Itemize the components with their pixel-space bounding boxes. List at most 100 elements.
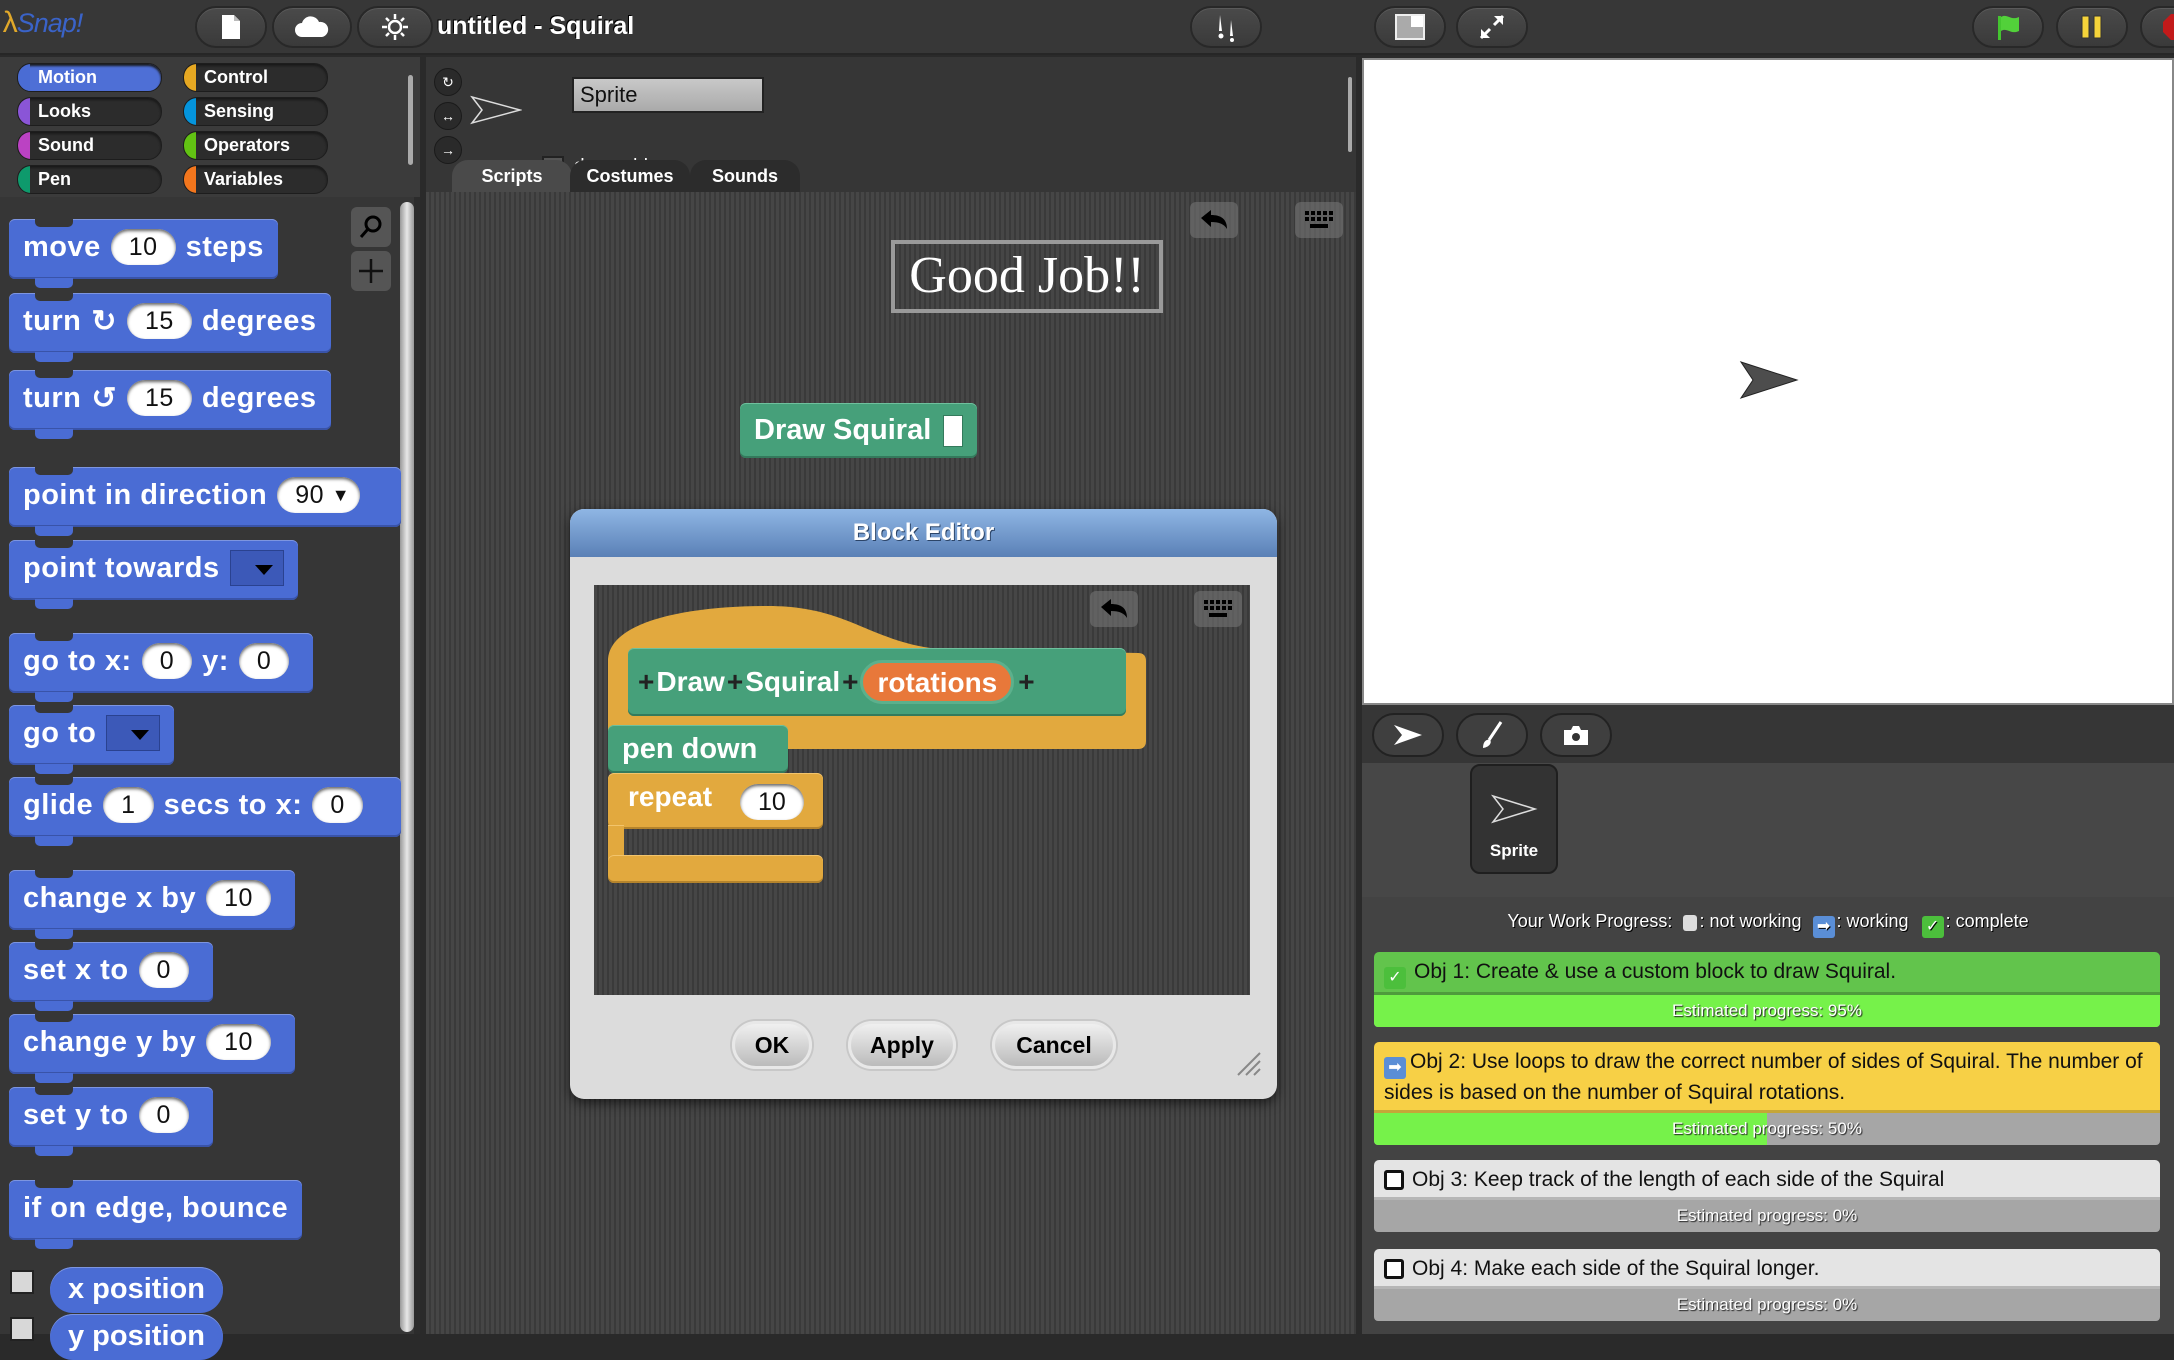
direction-dropdown[interactable]: 90 ▼: [277, 477, 361, 513]
turtle-arrow-icon: [1394, 725, 1422, 745]
tab-costumes[interactable]: Costumes: [570, 160, 690, 192]
x-position-watcher-checkbox[interactable]: [10, 1270, 34, 1294]
block-text: go to: [23, 716, 97, 749]
editor-keyboard-button[interactable]: [1194, 591, 1242, 627]
category-sound[interactable]: Sound: [17, 131, 162, 160]
corral-scrollbar[interactable]: [1348, 77, 1352, 152]
empty-input-slot[interactable]: [943, 414, 964, 447]
dialog-title[interactable]: Block Editor: [570, 509, 1277, 557]
block-point-in-direction[interactable]: point in direction 90 ▼: [9, 467, 401, 536]
progress-label: Estimated progress: 95%: [1672, 1001, 1862, 1020]
block-prototype[interactable]: + Draw + Squiral + rotations +: [628, 648, 1126, 716]
objective-4[interactable]: Obj 4: Make each side of the Squiral lon…: [1374, 1249, 2160, 1321]
sprite-on-stage[interactable]: [1739, 360, 1799, 400]
block-move[interactable]: move 10 steps: [9, 219, 278, 288]
stage-size-button[interactable]: [1374, 6, 1446, 48]
parameter-rotations[interactable]: rotations: [860, 660, 1015, 704]
input-slot[interactable]: 15: [127, 303, 192, 339]
settings-button[interactable]: [357, 6, 433, 48]
comment-good-job[interactable]: Good Job!!: [891, 240, 1163, 313]
block-change-x[interactable]: change x by 10: [9, 870, 295, 939]
turbo-button[interactable]: [1190, 6, 1262, 48]
repeat-count-input[interactable]: 10: [740, 784, 804, 820]
apply-button[interactable]: Apply: [848, 1021, 956, 1069]
category-sensing[interactable]: Sensing: [183, 97, 328, 126]
input-slot[interactable]: 10: [206, 1024, 271, 1060]
input-slot[interactable]: 0: [138, 952, 189, 988]
prototype-word[interactable]: Draw: [656, 666, 724, 698]
category-motion[interactable]: Motion: [17, 63, 162, 92]
camera-sprite-button[interactable]: [1540, 713, 1612, 757]
block-point-towards[interactable]: point towards: [9, 540, 298, 609]
resize-handle-icon[interactable]: [1234, 1049, 1262, 1077]
block-pen-down[interactable]: pen down: [608, 725, 788, 773]
undo-button[interactable]: [1190, 202, 1238, 238]
keyboard-entry-button[interactable]: [1295, 202, 1343, 238]
prototype-word[interactable]: Squiral: [745, 666, 840, 698]
search-blocks-button[interactable]: [351, 207, 391, 247]
secs-input[interactable]: 1: [103, 787, 154, 823]
category-looks[interactable]: Looks: [17, 97, 162, 126]
ok-button[interactable]: OK: [732, 1021, 812, 1069]
rotation-style-left-right[interactable]: ↔: [434, 102, 462, 130]
y-position-watcher-checkbox[interactable]: [10, 1317, 34, 1341]
y-input[interactable]: 0: [238, 643, 290, 679]
block-set-x[interactable]: set x to 0: [9, 942, 213, 1011]
category-scrollbar[interactable]: [408, 75, 413, 165]
camera-icon: [1564, 726, 1588, 745]
reporter-y-position[interactable]: y position: [50, 1314, 223, 1360]
towards-dropdown[interactable]: [229, 550, 284, 586]
block-glide[interactable]: glide 1 secs to x: 0: [9, 777, 401, 846]
add-turtle-sprite-button[interactable]: [1372, 713, 1444, 757]
category-operators[interactable]: Operators: [183, 131, 328, 160]
pause-button[interactable]: [2056, 6, 2128, 48]
search-icon: [359, 215, 382, 238]
palette-scrollbar[interactable]: [400, 202, 414, 1332]
tab-sounds[interactable]: Sounds: [690, 160, 800, 192]
green-flag-button[interactable]: [1972, 6, 2044, 48]
file-button[interactable]: [195, 6, 267, 48]
progress-bar: Estimated progress: 95%: [1374, 995, 2160, 1027]
tab-scripts[interactable]: Scripts: [452, 160, 572, 192]
category-control[interactable]: Control: [183, 63, 328, 92]
stop-button[interactable]: [2140, 6, 2174, 48]
objective-2[interactable]: ➡ Obj 2: Use loops to draw the correct nu…: [1374, 1042, 2160, 1145]
make-block-button[interactable]: [351, 251, 391, 291]
x-input[interactable]: 0: [312, 787, 363, 823]
input-slot[interactable]: 15: [127, 380, 192, 416]
category-variables[interactable]: Variables: [183, 165, 328, 194]
objective-text: Obj 3: Keep track of the length of each …: [1412, 1168, 1945, 1191]
objective-1[interactable]: ✓ Obj 1: Create & use a custom block to d…: [1374, 952, 2160, 1027]
block-turn-counterclockwise[interactable]: turn ↺ 15 degrees: [9, 370, 331, 439]
cloud-button[interactable]: [272, 6, 352, 48]
input-slot[interactable]: 0: [138, 1097, 189, 1133]
input-slot[interactable]: 10: [206, 880, 271, 916]
rotation-style-can-rotate[interactable]: ↻: [434, 68, 462, 96]
objective-3[interactable]: Obj 3: Keep track of the length of each …: [1374, 1160, 2160, 1232]
category-pen[interactable]: Pen: [17, 165, 162, 194]
plus-icon: +: [638, 666, 655, 697]
block-set-y[interactable]: set y to 0: [9, 1087, 213, 1156]
cancel-button[interactable]: Cancel: [992, 1021, 1116, 1069]
block-change-y[interactable]: change y by 10: [9, 1014, 295, 1083]
goto-dropdown[interactable]: [106, 715, 161, 751]
block-if-on-edge-bounce[interactable]: if on edge, bounce: [9, 1180, 303, 1249]
paint-new-sprite-button[interactable]: [1456, 713, 1528, 757]
plus-icon: +: [842, 666, 859, 697]
block-editor-dialog: Block Editor + Draw + Squiral + rotation…: [570, 509, 1277, 1099]
block-editor-script-area[interactable]: + Draw + Squiral + rotations + pen down …: [594, 585, 1250, 995]
block-go-to[interactable]: go to: [9, 705, 175, 774]
stage[interactable]: [1362, 58, 2174, 705]
plus-icon: [359, 259, 383, 283]
reporter-x-position[interactable]: x position: [50, 1267, 223, 1313]
input-slot[interactable]: 10: [110, 229, 176, 265]
snap-logo[interactable]: λ Snap!: [0, 0, 85, 46]
x-input[interactable]: 0: [141, 643, 193, 679]
rotation-style-dont-rotate[interactable]: →: [434, 136, 462, 164]
sprite-name-field[interactable]: Sprite: [572, 77, 764, 113]
block-go-to-xy[interactable]: go to x: 0 y: 0: [9, 633, 314, 702]
block-turn-clockwise[interactable]: turn ↻ 15 degrees: [9, 293, 331, 362]
sprite-corral-icon[interactable]: Sprite: [1470, 764, 1558, 874]
custom-block-draw-squiral[interactable]: Draw Squiral: [740, 403, 978, 458]
fullscreen-button[interactable]: [1456, 6, 1528, 48]
